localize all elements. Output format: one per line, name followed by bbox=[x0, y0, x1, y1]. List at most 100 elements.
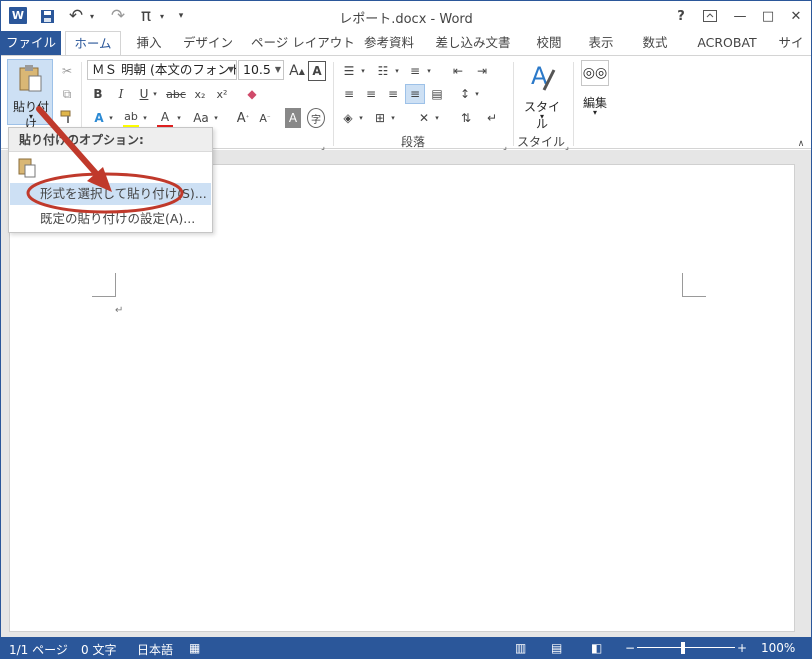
change-case-icon[interactable]: Aa bbox=[191, 108, 211, 128]
chevron-down-icon: ▼ bbox=[227, 65, 234, 74]
strikethrough-icon[interactable]: abc bbox=[166, 84, 186, 104]
print-layout-icon[interactable]: ▤ bbox=[551, 641, 562, 655]
group-label-paragraph: 段落 bbox=[401, 135, 426, 149]
increase-indent-icon[interactable]: ⇥ bbox=[473, 61, 491, 81]
italic-icon[interactable]: I bbox=[114, 84, 128, 104]
numbering-dropdown-icon[interactable]: ▾ bbox=[393, 61, 401, 81]
zoom-slider[interactable] bbox=[637, 647, 735, 648]
help-button[interactable]: ? bbox=[673, 6, 689, 26]
zoom-out-icon[interactable]: − bbox=[625, 641, 635, 655]
tab-references[interactable]: 参考資料 bbox=[357, 31, 421, 55]
grow-font-size-icon[interactable]: A ⁺ bbox=[235, 108, 251, 128]
set-default-paste-item[interactable]: 既定の貼り付けの設定(A)... bbox=[10, 208, 211, 230]
ribbon-tabs: ファイル ホーム 挿入 デザイン ページ レイアウト 参考資料 差し込み文書 校… bbox=[1, 31, 811, 56]
font-size-select[interactable]: 10.5 ▼ bbox=[238, 60, 284, 80]
bullets-dropdown-icon[interactable]: ▾ bbox=[359, 61, 367, 81]
tab-view[interactable]: 表示 bbox=[583, 31, 619, 55]
status-page[interactable]: 1/1 ページ bbox=[9, 641, 68, 658]
tab-math[interactable]: 数式 bbox=[637, 31, 673, 55]
text-effects-dropdown-icon[interactable]: ▾ bbox=[107, 108, 115, 128]
read-mode-icon[interactable]: ▥ bbox=[515, 641, 526, 655]
character-shading-icon[interactable]: A bbox=[285, 108, 301, 128]
line-spacing-dropdown-icon[interactable]: ▾ bbox=[473, 84, 481, 104]
ribbon-display-options-icon[interactable] bbox=[701, 6, 719, 26]
zoom-in-icon[interactable]: + bbox=[737, 641, 747, 655]
tab-sign[interactable]: サイ bbox=[777, 31, 805, 55]
asian-layout-dropdown-icon[interactable]: ▾ bbox=[433, 108, 441, 128]
multilevel-list-icon[interactable]: ≡ bbox=[405, 61, 425, 81]
align-center-icon[interactable]: ≡ bbox=[361, 84, 381, 104]
tab-design[interactable]: デザイン bbox=[179, 31, 237, 55]
styles-icon: A bbox=[531, 62, 556, 91]
status-language[interactable]: 日本語 bbox=[137, 641, 173, 658]
close-button[interactable]: ✕ bbox=[787, 6, 805, 26]
document-page[interactable]: ↵ bbox=[9, 164, 795, 632]
editing-dropdown-icon: ▾ bbox=[592, 108, 597, 117]
font-color-icon[interactable]: A bbox=[157, 108, 173, 128]
status-word-count[interactable]: 0 文字 bbox=[81, 641, 116, 658]
tab-insert[interactable]: 挿入 bbox=[131, 31, 167, 55]
align-right-icon[interactable]: ≡ bbox=[383, 84, 403, 104]
change-case-dropdown-icon[interactable]: ▾ bbox=[212, 108, 220, 128]
numbering-icon[interactable]: ☷ bbox=[373, 61, 393, 81]
underline-icon[interactable]: U bbox=[137, 84, 151, 104]
cut-icon[interactable]: ✂ bbox=[59, 61, 75, 81]
font-name-value: ＭＳ 明朝 (本文のフォント bbox=[92, 62, 237, 77]
eraser-icon[interactable]: ◆ bbox=[244, 84, 260, 104]
styles-button[interactable]: A スタイル ▾ bbox=[519, 60, 565, 131]
tab-file[interactable]: ファイル bbox=[1, 31, 61, 55]
status-bar: 1/1 ページ 0 文字 日本語 ▦ ▥ ▤ ◧ − + 100% bbox=[1, 637, 811, 658]
tab-acrobat[interactable]: ACROBAT bbox=[691, 31, 763, 55]
title-bar: W ↶ ▾ ↷ π ▾ ▾ レポート.docx - Word ? — □ ✕ bbox=[1, 1, 811, 31]
underline-dropdown-icon[interactable]: ▾ bbox=[151, 84, 159, 104]
highlight-dropdown-icon[interactable]: ▾ bbox=[141, 108, 149, 128]
font-color-dropdown-icon[interactable]: ▾ bbox=[175, 108, 183, 128]
shading-dropdown-icon[interactable]: ▾ bbox=[357, 108, 365, 128]
sort-icon[interactable]: ⇅ bbox=[457, 108, 475, 128]
clipboard-icon bbox=[19, 65, 42, 92]
margin-corner-left bbox=[92, 273, 116, 297]
highlight-icon[interactable]: ab bbox=[123, 108, 139, 128]
grow-font-icon[interactable]: A ▲ bbox=[287, 61, 307, 81]
paste-options-header: 貼り付けのオプション: bbox=[9, 128, 212, 152]
asian-layout-icon[interactable]: ✕ bbox=[415, 108, 433, 128]
align-left-icon[interactable]: ≡ bbox=[339, 84, 359, 104]
maximize-button[interactable]: □ bbox=[759, 6, 777, 26]
format-painter-icon[interactable] bbox=[59, 107, 75, 127]
shrink-font-size-icon[interactable]: A ⁻ bbox=[257, 108, 273, 128]
editing-button[interactable]: ◎◎ 編集 ▾ bbox=[577, 60, 613, 122]
macro-record-icon[interactable]: ▦ bbox=[189, 641, 200, 655]
tab-page-layout[interactable]: ページ レイアウト bbox=[251, 31, 355, 55]
borders-dropdown-icon[interactable]: ▾ bbox=[389, 108, 397, 128]
minimize-button[interactable]: — bbox=[731, 6, 749, 26]
binoculars-icon: ◎◎ bbox=[581, 60, 609, 86]
font-name-select[interactable]: ＭＳ 明朝 (本文のフォント ▼ bbox=[87, 60, 237, 80]
distributed-icon[interactable]: ▤ bbox=[427, 84, 447, 104]
borders-icon[interactable]: ⊞ bbox=[371, 108, 389, 128]
line-spacing-icon[interactable]: ↕ bbox=[457, 84, 473, 104]
bullets-icon[interactable]: ☰ bbox=[339, 61, 359, 81]
font-size-value: 10.5 bbox=[243, 62, 271, 77]
zoom-slider-thumb[interactable] bbox=[681, 642, 685, 654]
paragraph-mark: ↵ bbox=[115, 305, 124, 316]
copy-icon[interactable]: ⧉ bbox=[59, 84, 75, 104]
enclosed-character-icon[interactable]: 字 bbox=[307, 108, 325, 128]
text-effects-icon[interactable]: A bbox=[91, 108, 107, 128]
tab-mailings[interactable]: 差し込み文書 bbox=[433, 31, 513, 55]
zoom-level[interactable]: 100% bbox=[761, 641, 795, 655]
justify-icon[interactable]: ≡ bbox=[405, 84, 425, 104]
web-layout-icon[interactable]: ◧ bbox=[591, 641, 602, 655]
show-marks-icon[interactable]: ↵ bbox=[483, 108, 501, 128]
multilevel-dropdown-icon[interactable]: ▾ bbox=[425, 61, 433, 81]
clear-formatting-icon[interactable]: A bbox=[308, 61, 326, 81]
keep-text-only-icon[interactable] bbox=[17, 156, 41, 180]
subscript-icon[interactable]: x₂ bbox=[193, 84, 207, 104]
bold-icon[interactable]: B bbox=[91, 84, 105, 104]
decrease-indent-icon[interactable]: ⇤ bbox=[449, 61, 467, 81]
superscript-icon[interactable]: x² bbox=[215, 84, 229, 104]
tab-home[interactable]: ホーム bbox=[65, 31, 121, 56]
paste-special-item[interactable]: 形式を選択して貼り付け(S)... bbox=[10, 183, 211, 205]
shading-icon[interactable]: ◈ bbox=[339, 108, 357, 128]
tab-review[interactable]: 校閲 bbox=[531, 31, 567, 55]
paste-button[interactable]: 貼り付け ▾ bbox=[7, 59, 53, 131]
